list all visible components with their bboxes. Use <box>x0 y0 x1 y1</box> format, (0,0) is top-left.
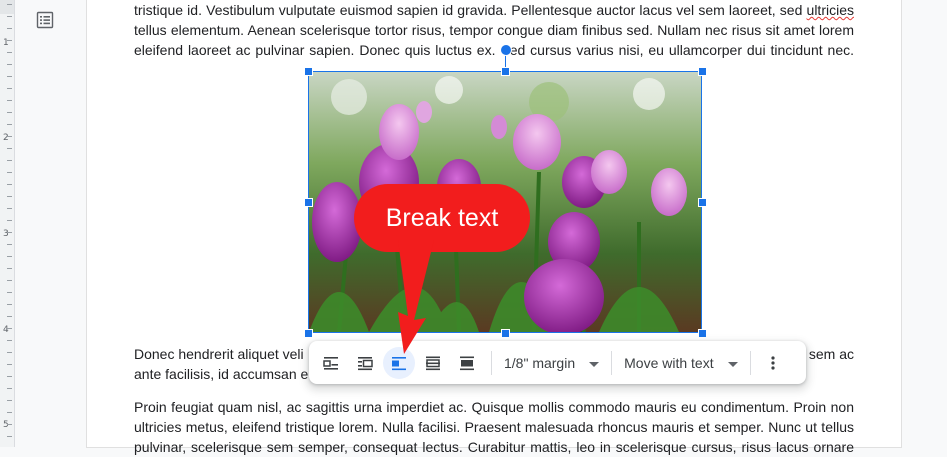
document-outline-button[interactable] <box>33 8 57 32</box>
ruler-tick <box>7 136 12 137</box>
in-front-of-text-icon <box>460 356 474 370</box>
ruler-tick <box>7 400 12 401</box>
text-run: sem ac <box>808 346 854 362</box>
ruler-tick <box>7 244 12 245</box>
ruler-tick <box>7 436 12 437</box>
text-line: Proin feugiat quam nisl, ac sagittis urn… <box>134 399 854 415</box>
toolbar-separator <box>611 350 613 375</box>
ruler-tick <box>7 52 12 53</box>
text-line: tellus elementum. Aenean scelerisque tor… <box>134 22 854 38</box>
ruler-mark: 3 <box>3 229 9 239</box>
inline-icon <box>323 356 338 370</box>
break-text-callout: Break text <box>354 184 530 252</box>
margin-dropdown[interactable]: 1/8" margin <box>498 347 605 379</box>
ruler-tick <box>7 196 12 197</box>
ruler-tick <box>7 376 12 377</box>
ruler-margin <box>0 0 14 14</box>
ruler-tick <box>7 208 12 209</box>
ruler-tick <box>7 220 12 221</box>
ruler-tick <box>7 40 12 41</box>
break-text-icon <box>392 356 406 370</box>
ruler-mark: 4 <box>3 325 9 335</box>
resize-handle-e[interactable] <box>698 198 707 207</box>
image-options-toolbar: 1/8" margin Move with text <box>309 341 806 384</box>
resize-handle-nw[interactable] <box>304 67 313 76</box>
ruler-mark: 2 <box>3 133 9 143</box>
ruler-tick <box>7 292 12 293</box>
ruler-tick <box>7 388 12 389</box>
ruler-tick <box>7 304 12 305</box>
ruler-tick <box>7 4 12 5</box>
ruler-tick <box>7 352 12 353</box>
callout-arrow-icon <box>398 240 434 354</box>
in-front-of-text-button[interactable] <box>451 347 483 379</box>
more-options-button[interactable] <box>757 347 789 379</box>
ruler-tick <box>7 76 12 77</box>
ruler-tick <box>7 184 12 185</box>
behind-text-icon <box>426 356 440 370</box>
wrap-text-button[interactable] <box>349 347 381 379</box>
text-run: Donec hendrerit aliquet veli <box>134 346 304 362</box>
inline-button[interactable] <box>315 347 347 379</box>
ruler-tick <box>7 88 12 89</box>
ruler-tick <box>7 160 12 161</box>
ruler-tick <box>7 232 12 233</box>
ruler-tick <box>7 172 12 173</box>
dropdown-caret-icon <box>589 355 600 371</box>
document-outline-icon <box>36 11 54 29</box>
ruler-tick <box>7 364 12 365</box>
wrap-text-icon <box>358 356 373 370</box>
paragraph[interactable]: Proin feugiat quam nisl, ac sagittis urn… <box>134 397 854 457</box>
text-line: tristique id. Vestibulum vulputate euism… <box>134 0 854 20</box>
ruler-tick <box>7 256 12 257</box>
dropdown-caret-icon <box>727 355 738 371</box>
paragraph[interactable]: tristique id. Vestibulum vulputate euism… <box>134 0 854 60</box>
ruler-tick <box>7 328 12 329</box>
text-line: pulvinar, scelerisque sem semper, conseq… <box>134 439 854 455</box>
resize-handle-sw[interactable] <box>304 329 313 338</box>
ruler-tick <box>7 64 12 65</box>
more-vert-icon <box>771 355 775 370</box>
resize-handle-n[interactable] <box>501 67 510 76</box>
ruler-tick <box>7 280 12 281</box>
position-label: Move with text <box>624 354 714 371</box>
text-line: eleifend laoreet ac pulvinar sapien. Don… <box>134 42 854 58</box>
margin-label: 1/8" margin <box>504 354 576 371</box>
resize-handle-ne[interactable] <box>698 67 707 76</box>
resize-handle-se[interactable] <box>698 329 707 338</box>
resize-handle-s[interactable] <box>501 329 510 338</box>
ruler-tick <box>7 16 12 17</box>
vertical-ruler[interactable]: 1 2 3 4 5 <box>0 0 15 447</box>
ruler-tick <box>7 316 12 317</box>
ruler-tick <box>7 112 12 113</box>
ruler-tick <box>7 424 12 425</box>
ruler-tick <box>7 100 12 101</box>
text-line: ultricies metus, eleifend tristique lore… <box>134 419 854 435</box>
resize-handle-w[interactable] <box>304 198 313 207</box>
ruler-tick <box>7 268 12 269</box>
position-dropdown[interactable]: Move with text <box>618 347 743 379</box>
rotate-handle[interactable] <box>500 44 512 56</box>
ruler-mark: 5 <box>3 420 9 430</box>
misspelled-word[interactable]: ultricies <box>807 2 854 18</box>
toolbar-separator <box>749 350 751 375</box>
ruler-tick <box>7 28 12 29</box>
toolbar-separator <box>491 350 492 375</box>
text-run: tristique id. Vestibulum vulputate euism… <box>134 2 803 18</box>
ruler-tick <box>7 148 12 149</box>
ruler-tick <box>7 340 12 341</box>
ruler-tick <box>7 412 12 413</box>
ruler-tick <box>7 124 12 125</box>
